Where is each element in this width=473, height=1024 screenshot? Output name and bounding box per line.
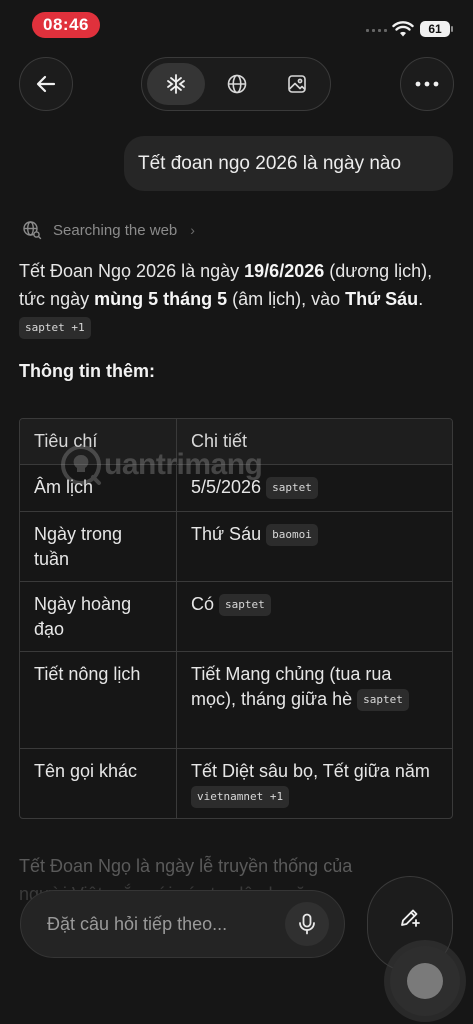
table-cell-label: Ngày hoàng đạo xyxy=(20,582,177,651)
follow-up-input[interactable] xyxy=(47,891,277,957)
globe-icon xyxy=(227,74,247,94)
mode-image-button[interactable] xyxy=(268,63,326,105)
table-cell-value: Thứ Sáu baomoi xyxy=(177,512,452,581)
status-time: 08:46 xyxy=(32,12,100,38)
table-cell-text: Thứ Sáu xyxy=(191,524,262,544)
more-horizontal-icon xyxy=(415,81,439,87)
composer xyxy=(20,890,345,958)
searching-web-status[interactable]: Searching the web › xyxy=(22,219,195,241)
status-bar: 08:46 61 xyxy=(0,0,473,52)
mode-web-search-button[interactable] xyxy=(208,63,266,105)
table-cell-value: Có saptet xyxy=(177,582,452,651)
table-cell-label: Âm lịch xyxy=(20,465,177,511)
mode-switcher xyxy=(141,57,331,111)
table-row: Âm lịch 5/5/2026 saptet xyxy=(20,464,452,511)
answer-text-1: Tết Đoan Ngọ 2026 là ngày xyxy=(19,261,245,281)
table-cell-text: Có xyxy=(191,594,215,614)
source-tag[interactable]: baomoi xyxy=(266,524,318,546)
arrow-left-icon xyxy=(36,75,56,93)
globe-search-icon xyxy=(23,221,42,240)
table-cell-label: Tiết nông lịch xyxy=(20,652,177,748)
table-cell-text: 5/5/2026 xyxy=(191,477,262,497)
answer-date: 19/6/2026 xyxy=(244,261,325,281)
table-header-cell: Tiêu chí xyxy=(20,419,177,464)
wifi-icon xyxy=(392,21,414,37)
table-cell-label: Ngày trong tuần xyxy=(20,512,177,581)
back-button[interactable] xyxy=(19,57,73,111)
table-cell-value: 5/5/2026 saptet xyxy=(177,465,452,511)
cellular-signal-icon xyxy=(366,29,387,32)
table-cell-label: Tên gọi khác xyxy=(20,749,177,818)
source-tag[interactable]: saptet xyxy=(266,477,318,499)
answer-lunar-date: mùng 5 tháng 5 xyxy=(94,289,228,309)
mode-deep-research-button[interactable] xyxy=(147,63,205,105)
table-cell-value: Tết Diệt sâu bọ, Tết giữa năm vietnamnet… xyxy=(177,749,452,818)
assistant-answer: Tết Đoan Ngọ 2026 là ngày 19/6/2026 (dươ… xyxy=(19,257,459,341)
source-tag[interactable]: saptet xyxy=(357,689,409,711)
table-row: Tiết nông lịch Tiết Mang chủng (tua rua … xyxy=(20,651,452,748)
chevron-right-icon: › xyxy=(190,222,195,238)
faded-line: Tết Đoan Ngọ là ngày lễ truyền thống của xyxy=(19,856,353,876)
microphone-button[interactable] xyxy=(285,902,329,946)
table-header-cell: Chi tiết xyxy=(191,431,248,451)
table-row: Ngày trong tuần Thứ Sáu baomoi xyxy=(20,511,452,581)
image-icon xyxy=(288,75,306,93)
deep-research-icon xyxy=(167,74,185,94)
table-cell-text: Tết Diệt sâu bọ, Tết giữa năm xyxy=(191,761,430,781)
table-row: Ngày hoàng đạo Có saptet xyxy=(20,581,452,651)
battery-indicator: 61 xyxy=(420,21,453,37)
microphone-icon xyxy=(299,913,315,935)
source-tag[interactable]: vietnamnet +1 xyxy=(191,786,290,808)
table-row: Tên gọi khác Tết Diệt sâu bọ, Tết giữa n… xyxy=(20,748,452,818)
info-table: Tiêu chí Chi tiết Âm lịch 5/5/2026 sapte… xyxy=(19,418,453,819)
answer-weekday: Thứ Sáu xyxy=(345,289,419,309)
more-options-button[interactable] xyxy=(400,57,454,111)
source-tag[interactable]: saptet xyxy=(219,594,271,616)
answer-text-3: (âm lịch), vào xyxy=(227,289,346,309)
new-chat-pencil-icon xyxy=(401,909,420,927)
user-message-bubble: Tết đoan ngọ 2026 là ngày nào xyxy=(124,136,453,191)
searching-label: Searching the web xyxy=(53,221,178,239)
table-header-row: Tiêu chí Chi tiết xyxy=(20,419,452,464)
table-cell-value: Tiết Mang chủng (tua rua mọc), tháng giữ… xyxy=(177,652,452,748)
section-title: Thông tin thêm: xyxy=(19,361,155,381)
source-tag[interactable]: saptet +1 xyxy=(19,317,91,339)
answer-text-4: . xyxy=(418,289,424,309)
assistive-touch-button[interactable] xyxy=(390,946,460,1016)
